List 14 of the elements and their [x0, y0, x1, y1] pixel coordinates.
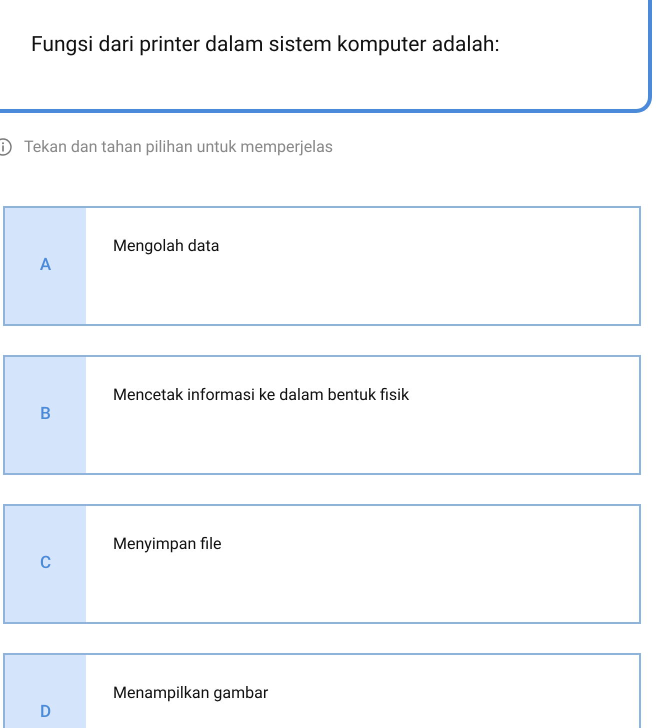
option-letter: C	[40, 552, 52, 576]
option-text: Menyimpan file	[113, 534, 222, 553]
option-letter: D	[40, 701, 52, 724]
answer-option[interactable]: D Menampilkan gambar	[3, 653, 641, 728]
option-text: Menampilkan gambar	[113, 683, 268, 702]
answer-option[interactable]: C Menyimpan file	[3, 504, 641, 624]
question-text: Fungsi dari printer dalam sistem komputer adalah:	[31, 32, 500, 59]
answer-option[interactable]: A Mengolah data	[3, 206, 641, 326]
option-letter: A	[40, 254, 52, 278]
option-text: Mengolah data	[113, 236, 220, 255]
option-letter: B	[40, 403, 51, 426]
answer-option[interactable]: B Mencetak informasi ke dalam bentuk fisik	[3, 355, 641, 475]
option-text: Mencetak informasi ke dalam bentuk fisik	[113, 385, 410, 404]
hint-text: Tekan dan tahan pilihan untuk memperjelas	[24, 136, 334, 158]
